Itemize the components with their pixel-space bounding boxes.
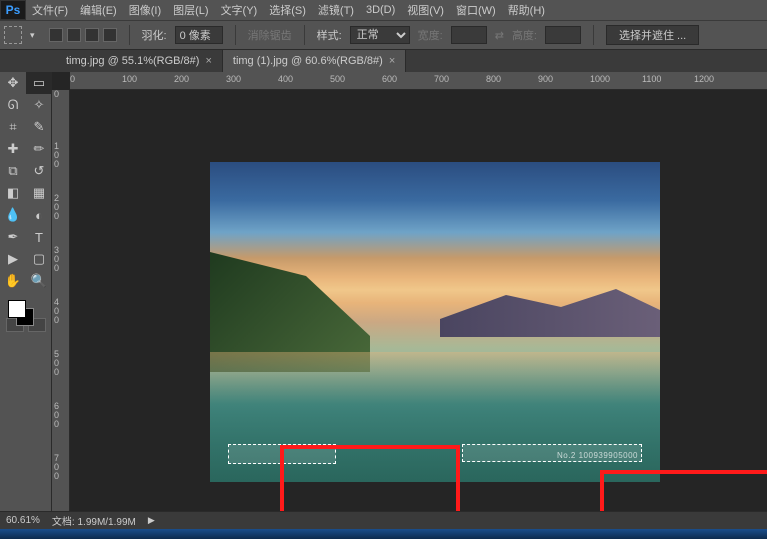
clone-stamp-tool[interactable]: ⧉ — [0, 160, 26, 182]
options-bar: ▾ 羽化: 消除锯齿 样式: 正常 宽度: ⇄ 高度: 选择并遮住 ... — [0, 20, 767, 50]
shape-tool[interactable]: ▢ — [26, 248, 52, 270]
marquee-tool[interactable]: ▭ — [26, 72, 52, 94]
eyedropper-tool[interactable]: ✎ — [26, 116, 52, 138]
zoom-tool[interactable]: 🔍 — [26, 270, 52, 292]
path-select-tool[interactable]: ▶ — [0, 248, 26, 270]
refine-edge-button[interactable]: 选择并遮住 ... — [606, 25, 699, 45]
gradient-tool[interactable]: ▦ — [26, 182, 52, 204]
feather-input[interactable] — [175, 26, 223, 44]
menu-bar: Ps 文件(F) 编辑(E) 图像(I) 图层(L) 文字(Y) 选择(S) 滤… — [0, 0, 767, 20]
chevron-right-icon[interactable]: ▶ — [148, 515, 155, 526]
magic-wand-tool[interactable]: ✧ — [26, 94, 52, 116]
menu-filter[interactable]: 滤镜(T) — [312, 0, 360, 20]
document-tabs: timg.jpg @ 55.1%(RGB/8#) × timg (1).jpg … — [0, 50, 767, 72]
menu-type[interactable]: 文字(Y) — [215, 0, 264, 20]
tab-label: timg (1).jpg @ 60.6%(RGB/8#) — [233, 55, 383, 67]
status-bar: 60.61% 文档: 1.99M/1.99M ▶ — [0, 511, 767, 529]
close-icon[interactable]: × — [389, 55, 395, 67]
menu-view[interactable]: 视图(V) — [401, 0, 450, 20]
doc-size-value: 1.99M/1.99M — [77, 517, 135, 528]
marquee-tool-icon[interactable] — [4, 26, 22, 44]
move-tool[interactable]: ✥ — [0, 72, 26, 94]
swap-icon: ⇄ — [495, 29, 504, 42]
menu-layer[interactable]: 图层(L) — [167, 0, 214, 20]
hand-tool[interactable]: ✋ — [0, 270, 26, 292]
foreground-color[interactable] — [8, 300, 26, 318]
ruler-vertical: 01 0 02 0 03 0 04 0 05 0 06 0 07 0 0 — [52, 90, 70, 511]
zoom-level[interactable]: 60.61% — [6, 515, 40, 526]
annotation-box — [280, 445, 460, 511]
watermark-text: No.2 100939905000 — [557, 451, 638, 460]
selection-new-icon[interactable] — [49, 28, 63, 42]
selection-subtract-icon[interactable] — [85, 28, 99, 42]
doc-size-label: 文档: — [52, 517, 75, 528]
width-input — [451, 26, 487, 44]
height-label: 高度: — [512, 27, 537, 43]
style-select[interactable]: 正常 — [350, 26, 410, 44]
height-input — [545, 26, 581, 44]
tab-label: timg.jpg @ 55.1%(RGB/8#) — [66, 55, 199, 67]
brush-tool[interactable]: ✏ — [26, 138, 52, 160]
history-brush-tool[interactable]: ↺ — [26, 160, 52, 182]
dodge-tool[interactable]: ◐ — [26, 204, 52, 226]
type-tool[interactable]: T — [26, 226, 52, 248]
menu-window[interactable]: 窗口(W) — [450, 0, 502, 20]
chevron-down-icon[interactable]: ▾ — [30, 30, 35, 41]
menu-help[interactable]: 帮助(H) — [502, 0, 551, 20]
tab-doc-2[interactable]: timg (1).jpg @ 60.6%(RGB/8#) × — [223, 50, 406, 72]
healing-brush-tool[interactable]: ✚ — [0, 138, 26, 160]
document-image: No.2 100939905000 — [210, 162, 660, 482]
menu-edit[interactable]: 编辑(E) — [74, 0, 123, 20]
style-label: 样式: — [317, 27, 342, 43]
menu-3d[interactable]: 3D(D) — [360, 2, 401, 18]
lasso-tool[interactable]: ᘏ — [0, 94, 26, 116]
selection-add-icon[interactable] — [67, 28, 81, 42]
ruler-horizontal: 0100200300400500600700800900100011001200 — [70, 72, 767, 90]
feather-label: 羽化: — [142, 27, 167, 43]
crop-tool[interactable]: ⌗ — [0, 116, 26, 138]
close-icon[interactable]: × — [205, 55, 211, 67]
menu-file[interactable]: 文件(F) — [26, 0, 74, 20]
annotation-box — [600, 470, 767, 511]
app-logo: Ps — [0, 0, 26, 20]
taskbar — [0, 529, 767, 539]
width-label: 宽度: — [418, 27, 443, 43]
canvas[interactable]: No.2 100939905000 — [70, 90, 767, 511]
blur-tool[interactable]: 💧 — [0, 204, 26, 226]
menu-select[interactable]: 选择(S) — [263, 0, 312, 20]
pen-tool[interactable]: ✒ — [0, 226, 26, 248]
menu-image[interactable]: 图像(I) — [123, 0, 167, 20]
antialias-label: 消除锯齿 — [248, 27, 292, 43]
tab-doc-1[interactable]: timg.jpg @ 55.1%(RGB/8#) × — [56, 50, 223, 72]
color-swatches[interactable] — [0, 296, 52, 336]
selection-intersect-icon[interactable] — [103, 28, 117, 42]
eraser-tool[interactable]: ◧ — [0, 182, 26, 204]
toolbox: ✥ ▭ ᘏ ✧ ⌗ ✎ ✚ ✏ ⧉ ↺ ◧ ▦ 💧 ◐ ✒ T ▶ ▢ ✋ 🔍 — [0, 72, 52, 511]
